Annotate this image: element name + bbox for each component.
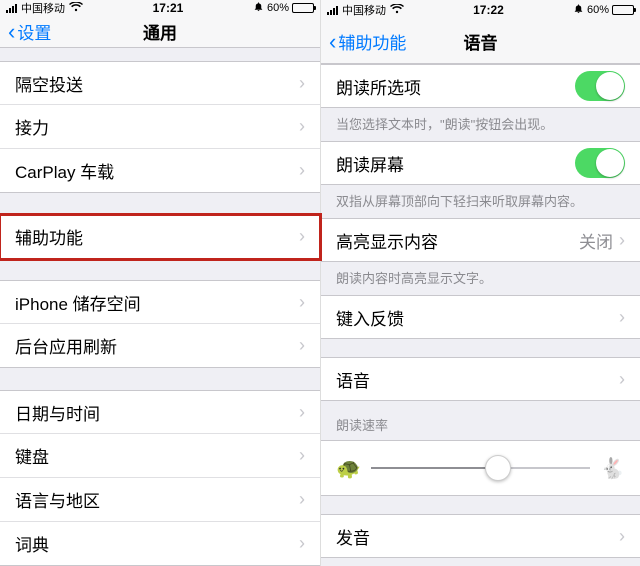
row-keyboard[interactable]: 键盘 › <box>0 434 320 478</box>
section-header-rate: 朗读速率 <box>321 401 640 440</box>
row-highlight-content[interactable]: 高亮显示内容 关闭 › <box>321 218 640 262</box>
row-speaking-rate: 🐢 🐇 <box>321 440 640 496</box>
status-time: 17:21 <box>153 1 184 15</box>
row-label: 语言与地区 <box>15 487 299 512</box>
row-dictionary[interactable]: 词典 › <box>0 522 320 566</box>
row-label: CarPlay 车载 <box>15 158 299 183</box>
row-airdrop[interactable]: 隔空投送 › <box>0 61 320 105</box>
chevron-right-icon: › <box>619 307 625 328</box>
switch-speak-selection[interactable] <box>575 71 625 101</box>
note-highlight: 朗读内容时高亮显示文字。 <box>321 262 640 295</box>
row-handoff[interactable]: 接力 › <box>0 105 320 149</box>
chevron-left-icon: ‹ <box>8 21 15 43</box>
alarm-icon <box>573 3 584 17</box>
row-label: 隔空投送 <box>15 71 299 96</box>
chevron-right-icon: › <box>299 533 305 554</box>
row-label: 辅助功能 <box>15 224 299 249</box>
status-bar: 中国移动 17:21 60% <box>0 0 320 16</box>
back-button[interactable]: ‹ 设置 <box>0 19 59 44</box>
chevron-right-icon: › <box>619 230 625 251</box>
row-typing-feedback[interactable]: 键入反馈 › <box>321 295 640 339</box>
battery-icon <box>292 3 314 13</box>
chevron-right-icon: › <box>299 160 305 181</box>
row-label: 词典 <box>15 531 299 556</box>
row-voice[interactable]: 语音 › <box>321 357 640 401</box>
note-speak-selection: 当您选择文本时，"朗读"按钮会出现。 <box>321 108 640 141</box>
status-time: 17:22 <box>473 3 504 17</box>
row-label: 朗读屏幕 <box>336 151 575 176</box>
rate-slider[interactable] <box>371 467 590 469</box>
carrier: 中国移动 <box>21 0 65 16</box>
row-label: 键盘 <box>15 443 299 468</box>
chevron-right-icon: › <box>299 116 305 137</box>
row-label: 发音 <box>336 524 619 549</box>
row-label: 键入反馈 <box>336 305 619 330</box>
wifi-icon <box>390 4 404 17</box>
row-label: 语音 <box>336 367 619 392</box>
row-label: 朗读所选项 <box>336 74 575 99</box>
row-label: 高亮显示内容 <box>336 228 579 253</box>
chevron-right-icon: › <box>299 226 305 247</box>
row-carplay[interactable]: CarPlay 车载 › <box>0 149 320 193</box>
row-label: 接力 <box>15 114 299 139</box>
back-label: 辅助功能 <box>338 29 406 54</box>
chevron-right-icon: › <box>619 526 625 547</box>
nav-bar: ‹ 设置 通用 <box>0 16 320 48</box>
chevron-right-icon: › <box>299 445 305 466</box>
row-accessibility[interactable]: 辅助功能 › <box>0 215 320 259</box>
chevron-right-icon: › <box>299 335 305 356</box>
hare-icon: 🐇 <box>600 456 625 481</box>
slider-thumb[interactable] <box>485 455 511 481</box>
row-pronunciation[interactable]: 发音 › <box>321 514 640 558</box>
carrier: 中国移动 <box>342 2 386 18</box>
row-date-time[interactable]: 日期与时间 › <box>0 390 320 434</box>
signal-icon <box>6 4 17 13</box>
status-bar: 中国移动 17:22 60% <box>321 0 640 20</box>
row-label: iPhone 储存空间 <box>15 290 299 315</box>
screen-speech: 中国移动 17:22 60% ‹ 辅助功能 语音 朗读所选项 当您选择文本时，"… <box>320 0 640 566</box>
chevron-right-icon: › <box>619 369 625 390</box>
back-label: 设置 <box>17 19 51 44</box>
row-speak-screen[interactable]: 朗读屏幕 <box>321 141 640 185</box>
battery-percent: 60% <box>587 4 609 16</box>
chevron-right-icon: › <box>299 73 305 94</box>
chevron-right-icon: › <box>299 292 305 313</box>
row-iphone-storage[interactable]: iPhone 储存空间 › <box>0 280 320 324</box>
row-background-refresh[interactable]: 后台应用刷新 › <box>0 324 320 368</box>
back-button[interactable]: ‹ 辅助功能 <box>321 29 414 54</box>
switch-speak-screen[interactable] <box>575 148 625 178</box>
screen-general: 中国移动 17:21 60% ‹ 设置 通用 隔空投送 › 接力 › CarPl… <box>0 0 320 566</box>
nav-bar: ‹ 辅助功能 语音 <box>321 20 640 64</box>
note-speak-screen: 双指从屏幕顶部向下轻扫来听取屏幕内容。 <box>321 185 640 218</box>
chevron-right-icon: › <box>299 489 305 510</box>
row-detail: 关闭 <box>579 228 613 253</box>
wifi-icon <box>69 2 83 15</box>
battery-percent: 60% <box>267 2 289 14</box>
battery-icon <box>612 5 634 15</box>
row-label: 后台应用刷新 <box>15 333 299 358</box>
row-language-region[interactable]: 语言与地区 › <box>0 478 320 522</box>
alarm-icon <box>253 1 264 15</box>
chevron-left-icon: ‹ <box>329 31 336 53</box>
row-speak-selection[interactable]: 朗读所选项 <box>321 64 640 108</box>
signal-icon <box>327 6 338 15</box>
row-label: 日期与时间 <box>15 400 299 425</box>
chevron-right-icon: › <box>299 402 305 423</box>
tortoise-icon: 🐢 <box>336 456 361 481</box>
